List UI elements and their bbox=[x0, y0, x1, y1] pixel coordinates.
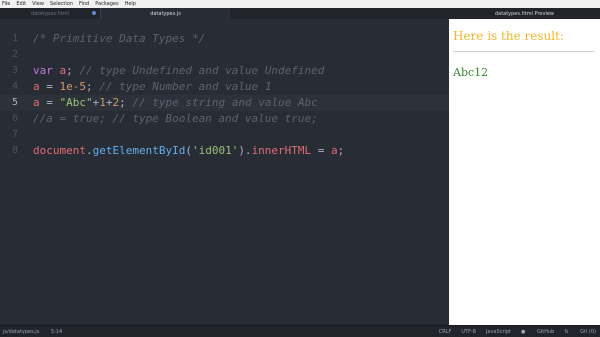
code-token: //a = true; // type Boolean and value tr… bbox=[33, 112, 318, 125]
menu-item-find[interactable]: Find bbox=[79, 1, 89, 7]
status-file-path[interactable]: js/datatypes.js bbox=[3, 329, 39, 335]
code-line[interactable]: 4 a = 1e-5; // type Number and value 1 bbox=[0, 79, 449, 95]
status-grammar[interactable]: JavaScript bbox=[486, 329, 511, 335]
line-number: 1 bbox=[11, 33, 18, 44]
github-label: GitHub bbox=[536, 329, 555, 335]
menu-item-view[interactable]: View bbox=[32, 1, 44, 7]
code-editor[interactable]: 1 /* Primitive Data Types */ 2 3 var a; // t… bbox=[0, 19, 449, 325]
code-token: a bbox=[33, 96, 40, 109]
line-code: a = "Abc"+1+2; // type string and value … bbox=[33, 95, 318, 111]
status-cursor-position[interactable]: 5:14 bbox=[51, 329, 62, 335]
menu-bar: File Edit View Selection Find Packages Help bbox=[0, 0, 600, 8]
tab-datatypes-html[interactable]: datatypes.html bbox=[0, 8, 100, 19]
code-token: . bbox=[85, 144, 93, 157]
tab-label: datatypes.js bbox=[150, 10, 181, 17]
status-encoding[interactable]: UTF-8 bbox=[461, 329, 476, 335]
code-token: ; bbox=[119, 96, 133, 109]
code-token: document bbox=[33, 144, 86, 157]
line-code: /* Primitive Data Types */ bbox=[33, 31, 205, 47]
code-token: a bbox=[52, 64, 67, 77]
code-line[interactable]: 3 var a; // type Undefined and value Unde… bbox=[0, 63, 449, 79]
line-number: 2 bbox=[11, 49, 18, 60]
line-number: 4 bbox=[11, 81, 18, 92]
code-token: /* Primitive Data Types */ bbox=[33, 32, 206, 45]
line-number: 3 bbox=[11, 65, 18, 76]
code-token: // type Undefined and value Undefined bbox=[79, 64, 325, 77]
git-label: Git (0) bbox=[580, 329, 596, 335]
code-token: = bbox=[311, 144, 332, 157]
code-token: a bbox=[331, 144, 338, 157]
code-token: 'id001' bbox=[191, 144, 239, 157]
line-number: 7 bbox=[11, 129, 18, 140]
code-line[interactable]: 1 /* Primitive Data Types */ bbox=[0, 31, 449, 47]
code-line[interactable]: 2 bbox=[0, 47, 449, 63]
status-git[interactable]: ⇅ Git (0) bbox=[564, 329, 596, 335]
code-line[interactable]: 7 bbox=[0, 127, 449, 143]
code-token: ( bbox=[185, 144, 192, 157]
line-number: 5 bbox=[11, 97, 18, 108]
line-number: 8 bbox=[11, 145, 18, 156]
menu-item-file[interactable]: File bbox=[2, 1, 10, 7]
code-token: 1 bbox=[99, 96, 106, 109]
menu-item-selection[interactable]: Selection bbox=[50, 1, 73, 7]
preview-result: Abc12 bbox=[453, 66, 489, 79]
code-token: 1e-5 bbox=[59, 80, 87, 93]
tab-label: datatypes.html bbox=[30, 10, 69, 17]
line-code: document.getElementById('id001').innerHT… bbox=[33, 143, 344, 159]
status-bar: js/datatypes.js 5:14 CRLF UTF-8 JavaScri… bbox=[0, 325, 600, 337]
menu-item-packages[interactable]: Packages bbox=[95, 1, 118, 7]
code-token: innerHTML bbox=[251, 144, 312, 157]
line-code: a = 1e-5; // type Number and value 1 bbox=[33, 79, 271, 95]
tab-html-preview[interactable]: datatypes.html Preview bbox=[449, 8, 600, 19]
code-token: = bbox=[39, 80, 60, 93]
status-github[interactable]: ● GitHub bbox=[521, 329, 554, 335]
code-token: "Abc" bbox=[59, 96, 93, 109]
status-line-ending[interactable]: CRLF bbox=[439, 329, 452, 335]
line-number: 6 bbox=[11, 113, 18, 124]
menu-item-edit[interactable]: Edit bbox=[16, 1, 26, 7]
code-token: ; bbox=[337, 144, 345, 157]
tab-datatypes-js[interactable]: datatypes.js bbox=[100, 8, 230, 19]
preview-divider bbox=[453, 51, 594, 52]
code-token: ; bbox=[66, 64, 80, 77]
code-line[interactable]: 5a = "Abc"+1+2; // type string and value… bbox=[0, 95, 449, 111]
html-preview-pane: Here is the result: Abc12 bbox=[449, 19, 600, 325]
code-token: = bbox=[39, 96, 60, 109]
code-token: var bbox=[33, 64, 53, 77]
menu-item-help[interactable]: Help bbox=[125, 1, 136, 7]
modified-indicator-icon bbox=[92, 11, 96, 15]
code-line[interactable]: 6 //a = true; // type Boolean and value t… bbox=[0, 111, 449, 127]
code-token: // type Number and value 1 bbox=[99, 80, 272, 93]
code-line[interactable]: 8 document.getElementById('id001').innerH… bbox=[0, 143, 449, 159]
code-token: ; bbox=[86, 80, 100, 93]
code-token: // type string and value Abc bbox=[132, 96, 318, 109]
code-token: getElementById bbox=[92, 144, 186, 157]
code-token: a bbox=[33, 80, 40, 93]
tab-label: datatypes.html Preview bbox=[494, 10, 555, 17]
preview-heading: Here is the result: bbox=[453, 29, 564, 43]
line-code: var a; // type Undefined and value Undef… bbox=[33, 63, 324, 79]
code-token: ). bbox=[238, 144, 252, 157]
line-code: //a = true; // type Boolean and value tr… bbox=[33, 111, 318, 127]
code-token: + bbox=[105, 96, 113, 109]
